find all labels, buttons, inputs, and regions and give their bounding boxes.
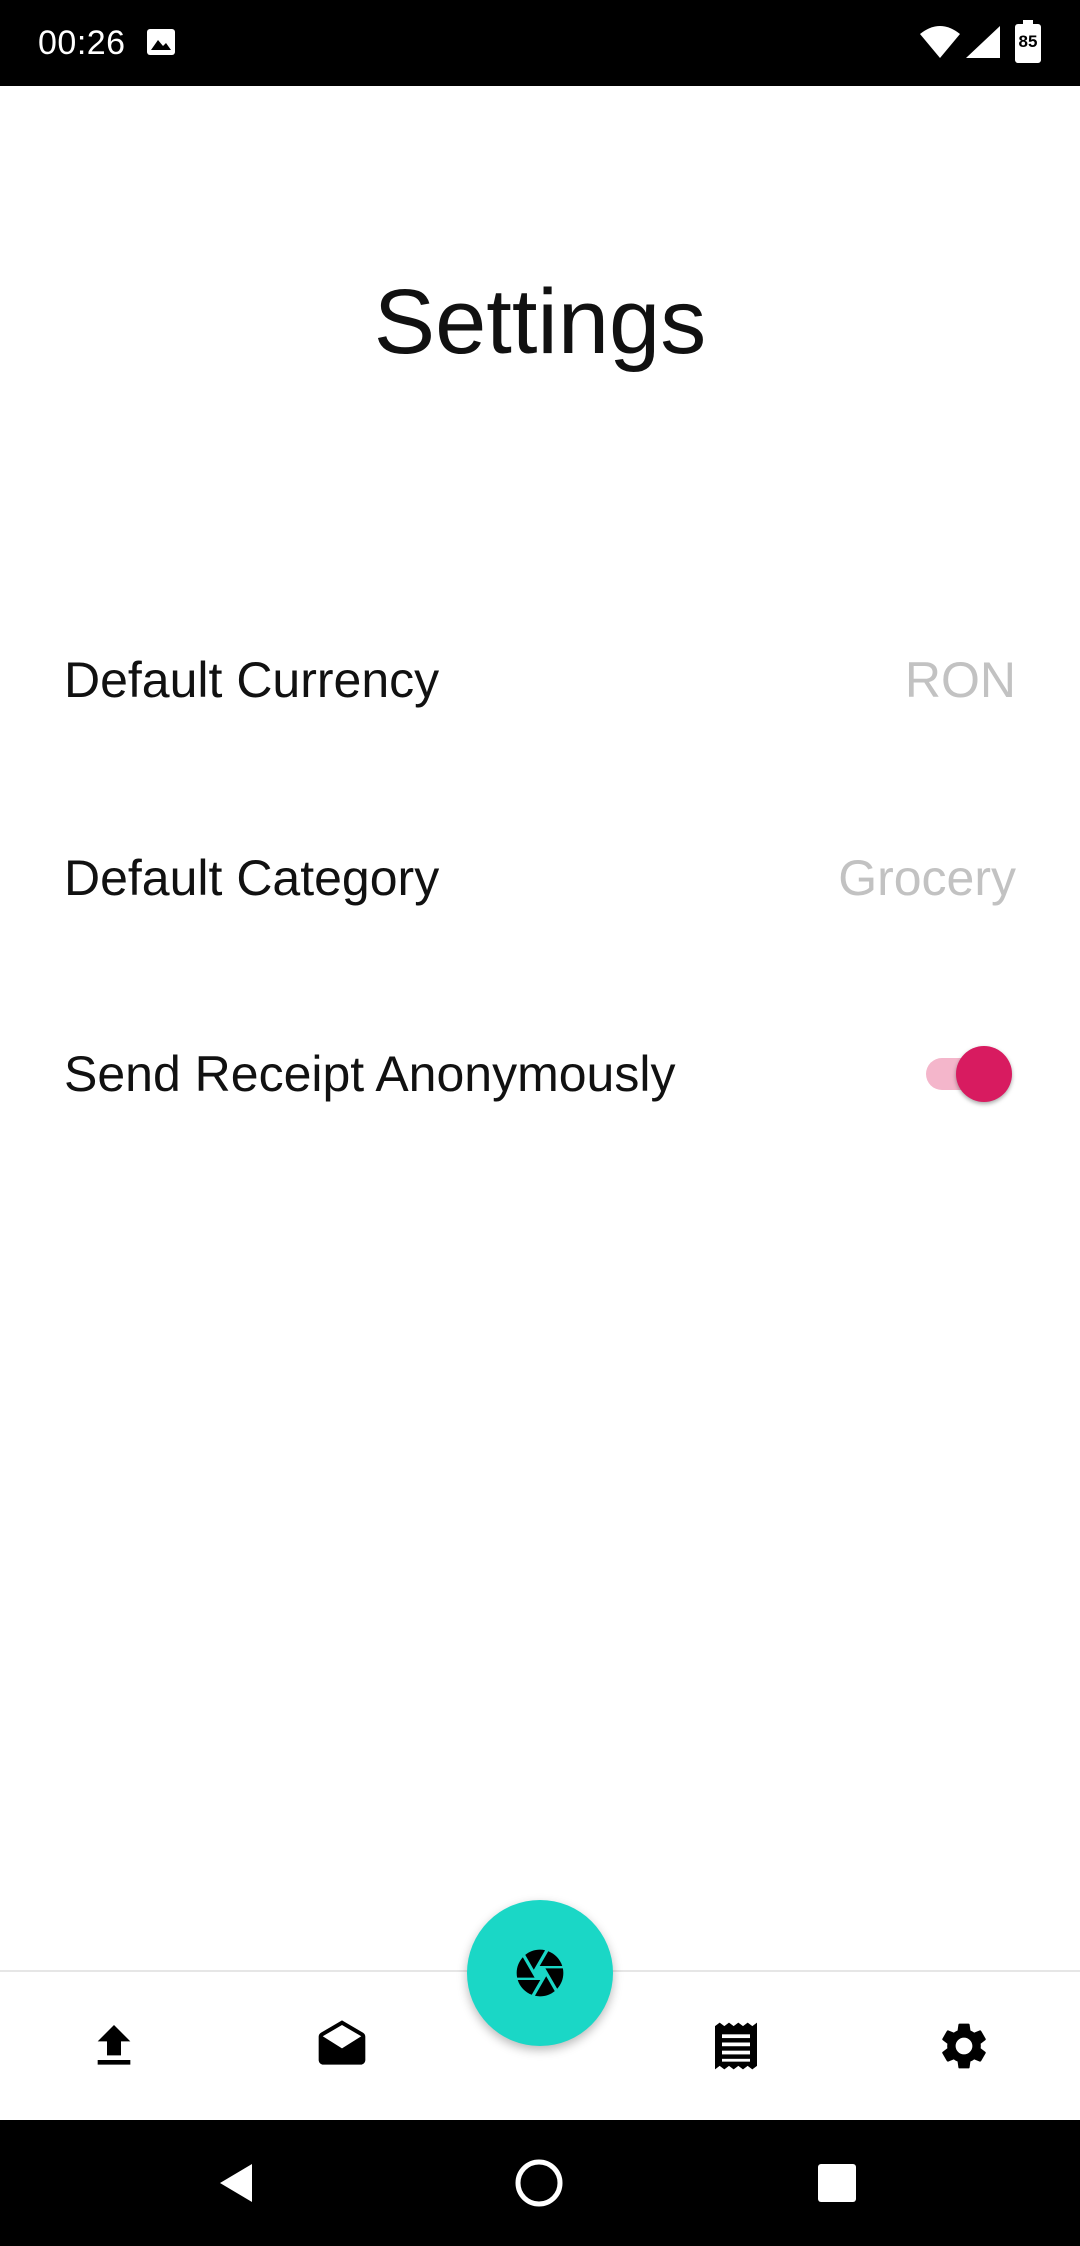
home-icon[interactable]: [506, 2150, 572, 2216]
back-icon[interactable]: [206, 2150, 272, 2216]
status-time: 00:26: [38, 24, 126, 62]
inbox-icon: [318, 2020, 366, 2065]
nav-settings[interactable]: [904, 1972, 1024, 2120]
page-title: Settings: [373, 271, 707, 373]
send-anonymously-row: Send Receipt Anonymously: [0, 1014, 1080, 1134]
battery-level: 85: [1018, 32, 1038, 51]
system-navigation-bar: [0, 2120, 1080, 2246]
default-currency-label: Default Currency: [64, 652, 440, 708]
status-bar: 00:26 85: [0, 0, 1080, 86]
default-category-row[interactable]: Default Category Grocery: [0, 818, 1080, 938]
nav-upload[interactable]: [54, 1972, 174, 2120]
default-category-label: Default Category: [64, 850, 440, 906]
recents-icon[interactable]: [804, 2150, 870, 2216]
signal-icon: [966, 26, 1000, 58]
camera-shutter-icon: [516, 1949, 564, 1997]
camera-fab-button[interactable]: [467, 1900, 613, 2046]
default-currency-row[interactable]: Default Currency RON: [0, 620, 1080, 740]
upload-icon: [97, 2025, 131, 2065]
wifi-icon: [920, 26, 960, 58]
send-anonymously-toggle[interactable]: [920, 1046, 1012, 1102]
send-anonymously-label: Send Receipt Anonymously: [64, 1046, 676, 1102]
nav-inbox[interactable]: [282, 1972, 402, 2120]
settings-screen: 00:26 85 Settings Default Currency RON D…: [0, 0, 1080, 2246]
default-currency-value[interactable]: RON: [905, 650, 1016, 710]
gear-icon: [942, 2023, 986, 2069]
default-category-value[interactable]: Grocery: [838, 848, 1016, 908]
image-icon: [147, 29, 175, 55]
toggle-thumb: [956, 1046, 1012, 1102]
receipt-icon: [715, 2022, 757, 2070]
nav-receipts[interactable]: [676, 1972, 796, 2120]
